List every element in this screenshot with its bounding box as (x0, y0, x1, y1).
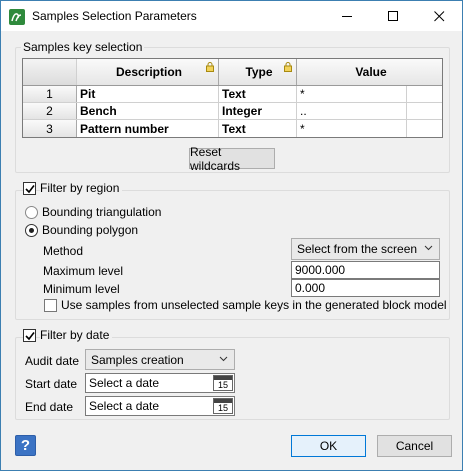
reset-wildcards-button[interactable]: Reset wildcards (189, 145, 275, 173)
start-date-placeholder: Select a date (89, 376, 160, 390)
maximum-level-label: Maximum level (43, 264, 124, 278)
cell-type: Text (219, 120, 297, 137)
filter-by-date-checkbox[interactable] (23, 329, 36, 342)
method-select[interactable]: Select from the screen (291, 238, 440, 260)
checkmark-icon (24, 184, 35, 193)
filter-by-date-label: Filter by date (40, 328, 113, 342)
calendar-icon[interactable]: 15 (213, 375, 233, 391)
maximize-icon (387, 10, 398, 21)
dialog-window: Samples Selection Parameters Samples key… (0, 0, 463, 471)
filter-by-region-checkbox[interactable] (23, 182, 36, 195)
column-header-value[interactable]: Value (297, 59, 442, 85)
cancel-button[interactable]: Cancel (377, 435, 452, 457)
close-button[interactable] (416, 1, 462, 31)
cell-extra (407, 103, 442, 119)
use-unselected-keys-label: Use samples from unselected sample keys … (61, 298, 447, 312)
cell-description: Pattern number (77, 120, 219, 137)
window-title: Samples Selection Parameters (32, 9, 197, 23)
maximum-level-input[interactable]: 9000.000 (291, 261, 440, 279)
cell-description: Bench (77, 103, 219, 119)
checkmark-icon (24, 331, 35, 340)
minimum-level-label: Minimum level (43, 282, 120, 296)
start-date-picker[interactable]: Select a date 15 (85, 373, 235, 393)
end-date-picker[interactable]: Select a date 15 (85, 396, 235, 416)
cell-type: Text (219, 86, 297, 102)
table-row[interactable]: 2 Bench Integer .. (23, 103, 442, 120)
method-label: Method (43, 244, 84, 258)
cell-value[interactable]: * (297, 86, 407, 102)
bounding-triangulation-label: Bounding triangulation (42, 205, 162, 219)
table-row[interactable]: 3 Pattern number Text * (23, 120, 442, 137)
row-number: 1 (23, 86, 77, 102)
cell-value[interactable]: .. (297, 103, 407, 119)
bounding-polygon-label: Bounding polygon (42, 223, 139, 237)
grid-corner (23, 59, 77, 85)
minimize-icon (341, 15, 352, 17)
chevron-down-icon (219, 356, 228, 362)
end-date-label: End date (25, 400, 74, 414)
cell-description: Pit (77, 86, 219, 102)
ok-button[interactable]: OK (291, 435, 366, 457)
title-bar: Samples Selection Parameters (1, 1, 462, 31)
end-date-placeholder: Select a date (89, 399, 160, 413)
minimum-level-input[interactable]: 0.000 (291, 279, 440, 297)
minimize-button[interactable] (324, 1, 370, 31)
table-row[interactable]: 1 Pit Text * (23, 86, 442, 103)
lock-icon (284, 62, 292, 72)
cell-extra (407, 120, 442, 137)
dialog-content: Samples key selection Description Type V… (1, 31, 462, 470)
samples-key-grid: Description Type Value 1 Pit Text * 2 Be… (22, 58, 443, 138)
audit-date-select-value: Samples creation (91, 352, 184, 367)
column-header-label: Description (115, 65, 182, 79)
row-number: 2 (23, 103, 77, 119)
bounding-polygon-radio[interactable] (25, 224, 38, 237)
cell-type: Integer (219, 103, 297, 119)
calendar-icon[interactable]: 15 (213, 398, 233, 414)
use-unselected-keys-checkbox[interactable] (44, 299, 57, 312)
audit-date-label: Audit date (25, 354, 80, 368)
column-header-description[interactable]: Description (77, 59, 219, 85)
cell-extra (407, 86, 442, 102)
lock-icon (206, 62, 214, 72)
bounding-triangulation-radio[interactable] (25, 206, 38, 219)
close-icon (433, 10, 444, 21)
app-logo-icon (9, 9, 25, 25)
cell-value[interactable]: * (297, 120, 407, 137)
audit-date-select[interactable]: Samples creation (85, 349, 235, 370)
chevron-down-icon (424, 245, 433, 251)
maximize-button[interactable] (370, 1, 416, 31)
method-select-value: Select from the screen (297, 242, 418, 256)
column-header-label: Type (245, 65, 273, 79)
column-header-type[interactable]: Type (219, 59, 297, 85)
column-header-label: Value (355, 65, 387, 79)
samples-key-group-label: Samples key selection (21, 40, 145, 54)
row-number: 3 (23, 120, 77, 137)
grid-header-row: Description Type Value (23, 59, 442, 86)
start-date-label: Start date (25, 377, 78, 391)
filter-by-region-label: Filter by region (40, 181, 123, 195)
help-button[interactable]: ? (15, 435, 36, 456)
